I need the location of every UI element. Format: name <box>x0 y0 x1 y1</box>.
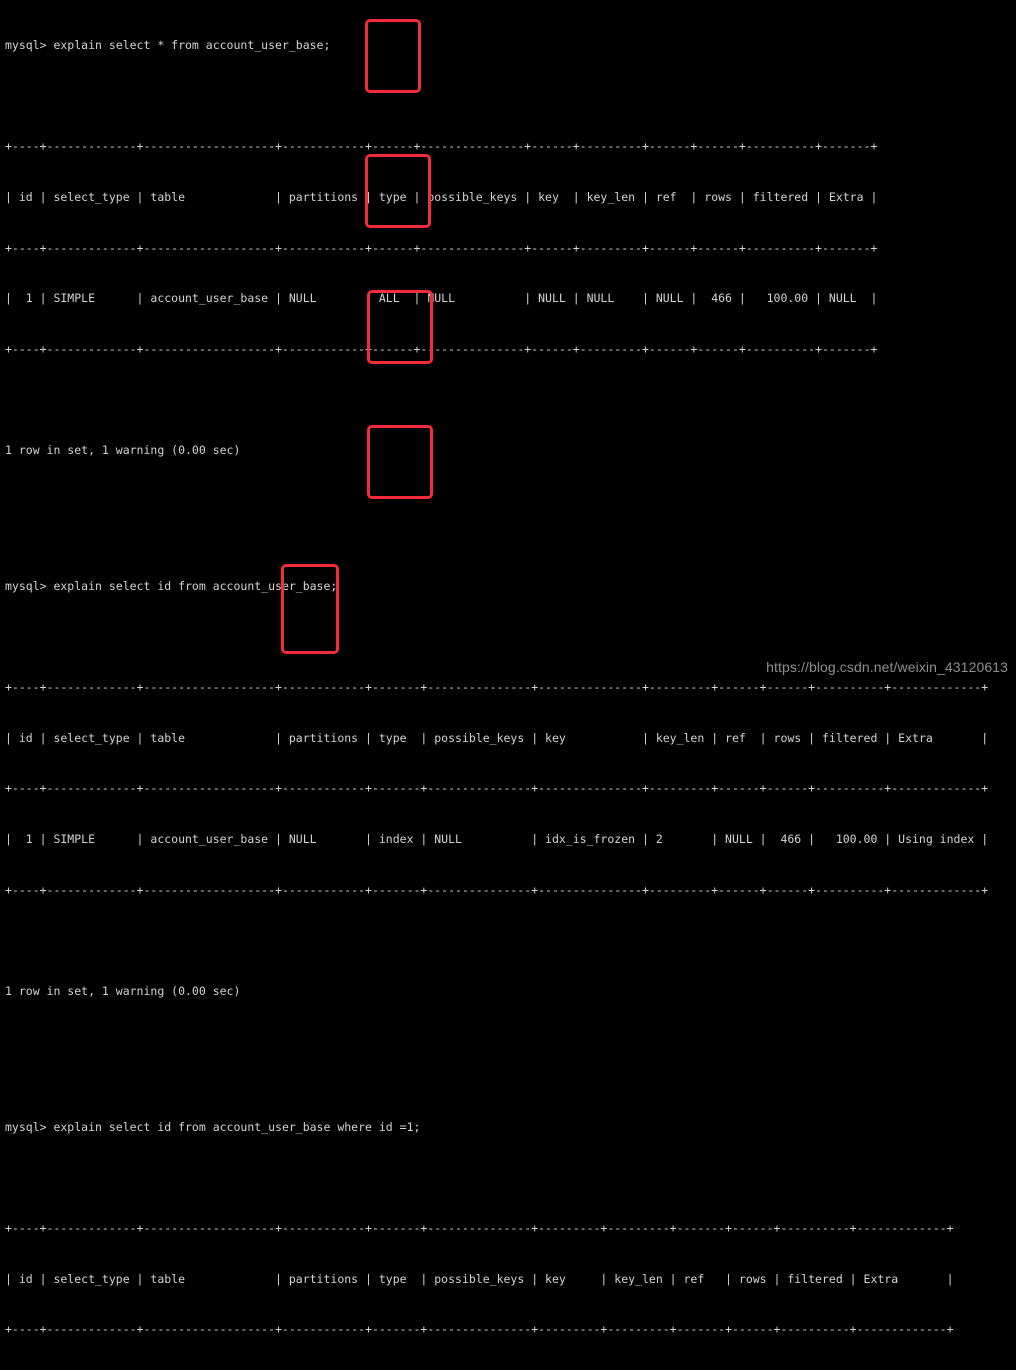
table-separator-mid: +----+-------------+-------------------+… <box>5 781 989 796</box>
table-header-row: | id | select_type | table | partitions … <box>5 730 989 745</box>
table-separator-mid: +----+-------------+-------------------+… <box>5 240 878 255</box>
table-header-row: | id | select_type | table | partitions … <box>5 1271 954 1286</box>
status-line: 1 row in set, 1 warning (0.00 sec) <box>5 443 241 458</box>
command-line: mysql> explain select * from account_use… <box>5 37 331 52</box>
table-separator-bottom: +----+-------------+-------------------+… <box>5 882 989 897</box>
table-row: | 1 | SIMPLE | account_user_base | NULL … <box>5 832 989 847</box>
table-separator-top: +----+-------------+-------------------+… <box>5 1220 954 1235</box>
command-line: mysql> explain select id from account_us… <box>5 578 338 593</box>
command-line: mysql> explain select id from account_us… <box>5 1119 421 1134</box>
explain-block-2: mysql> explain select id from account_us… <box>5 544 1016 1085</box>
terminal-window[interactable]: mysql> explain select * from account_use… <box>0 0 1016 1336</box>
status-line: 1 row in set, 1 warning (0.00 sec) <box>5 984 241 999</box>
explain-block-3: mysql> explain select id from account_us… <box>5 1085 1016 1370</box>
table-separator-mid: +----+-------------+-------------------+… <box>5 1322 954 1337</box>
explain-block-1: mysql> explain select * from account_use… <box>5 3 1016 544</box>
table-separator-top: +----+-------------+-------------------+… <box>5 680 989 695</box>
csdn-watermark: https://blog.csdn.net/weixin_43120613 <box>766 659 1008 676</box>
table-header-row: | id | select_type | table | partitions … <box>5 189 878 204</box>
table-row: | 1 | SIMPLE | account_user_base | NULL … <box>5 291 878 306</box>
table-separator-top: +----+-------------+-------------------+… <box>5 139 878 154</box>
table-separator-bottom: +----+-------------+-------------------+… <box>5 342 878 357</box>
